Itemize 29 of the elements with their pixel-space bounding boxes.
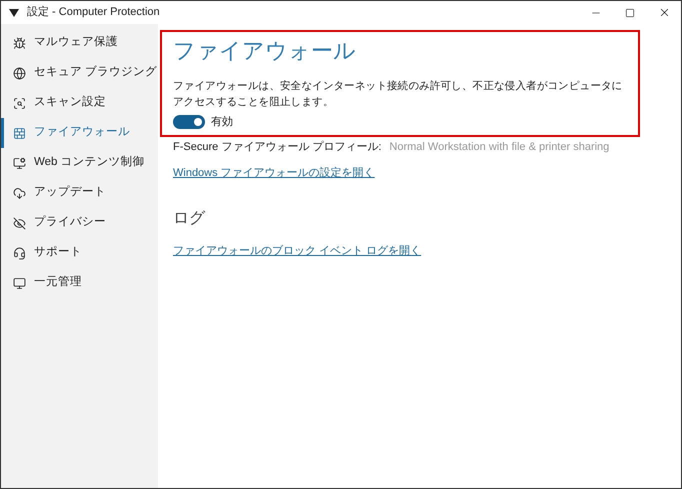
bug-icon [13, 36, 26, 50]
windows-firewall-link[interactable]: Windows ファイアウォールの設定を開く [173, 164, 375, 181]
globe-icon [13, 66, 26, 80]
toggle-switch[interactable] [173, 115, 205, 130]
sidebar-item[interactable]: Web コンテンツ制御 [1, 148, 158, 178]
window-title: 設定 - Computer Protection [27, 4, 160, 20]
brick-wall-icon [13, 126, 26, 140]
headset-icon [13, 246, 26, 260]
profile-value: Normal Workstation with file & printer sharing [389, 140, 610, 154]
description: ファイアウォールは、安全なインターネット接続のみ許可し、不正な侵入者がコンピュータにアクセスすることを阻止します。 [173, 79, 624, 110]
sidebar-item[interactable]: マルウェア保護 [1, 28, 158, 58]
sidebar-item[interactable]: プライバシー [1, 208, 158, 238]
sidebar-item[interactable]: セキュア ブラウジング [1, 58, 158, 88]
sidebar-item[interactable]: アップデート [1, 178, 158, 208]
toggle-label: 有効 [211, 115, 233, 130]
section-title: ファイアウォール [173, 37, 357, 65]
sidebar-item[interactable]: 一元管理 [1, 268, 158, 298]
monitor-icon [13, 156, 26, 170]
eye-off-icon [13, 216, 26, 230]
block-log-link[interactable]: ファイアウォールのブロック イベント ログを開く [173, 243, 422, 260]
monitor-icon [13, 276, 26, 290]
sidebar-item[interactable]: ファイアウォール [1, 118, 158, 148]
maximize-icon [625, 8, 635, 18]
log-heading: ログ [173, 209, 206, 229]
search-icon [13, 96, 26, 110]
sidebar-item[interactable]: スキャン設定 [1, 88, 158, 118]
sidebar-item[interactable]: サポート [1, 238, 158, 268]
cloud-download-icon [13, 186, 26, 200]
profile-label: F-Secure ファイアウォール プロフィール: [173, 140, 382, 154]
